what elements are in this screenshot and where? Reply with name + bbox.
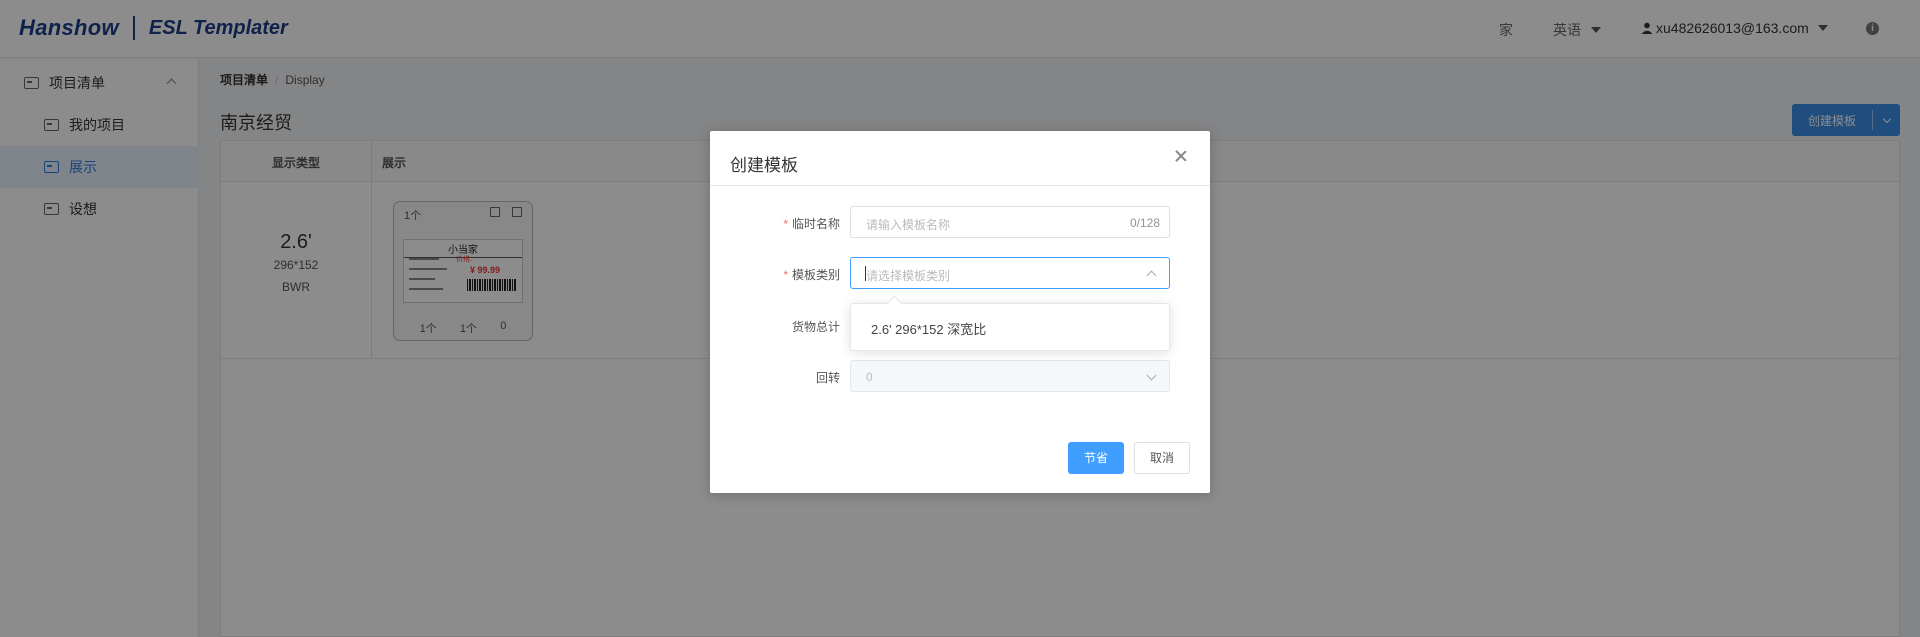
close-icon[interactable]	[1174, 149, 1188, 163]
cancel-button[interactable]: 取消	[1134, 442, 1190, 474]
dialog-title: 创建模板	[730, 156, 798, 175]
chevron-down-icon	[1146, 370, 1157, 381]
save-button[interactable]: 节省	[1068, 442, 1124, 474]
create-template-dialog: 创建模板 * 临时名称 请输入模板名称 0/128 * 模板类别 请选择模板类别 货…	[710, 131, 1210, 493]
template-name-label: * 临时名称	[783, 217, 840, 231]
template-category-placeholder: 请选择模板类别	[866, 269, 951, 283]
template-category-label: * 模板类别	[783, 268, 840, 282]
template-name-placeholder: 请输入模板名称	[866, 218, 951, 232]
character-counter: 0/128	[1129, 216, 1160, 230]
dialog-divider	[710, 185, 1210, 186]
goods-total-label: 货物总计	[791, 320, 840, 334]
category-dropdown: 2.6' 296*152 深宽比	[850, 303, 1170, 351]
rotation-select: 0	[850, 360, 1170, 392]
template-name-input[interactable]: 请输入模板名称 0/128	[850, 206, 1170, 238]
chevron-up-icon	[1146, 270, 1157, 281]
dropdown-option[interactable]: 2.6' 296*152 深宽比	[871, 319, 986, 338]
template-category-select[interactable]: 请选择模板类别	[850, 257, 1170, 289]
rotation-label: 回转	[815, 371, 840, 385]
rotation-value: 0	[866, 370, 873, 384]
